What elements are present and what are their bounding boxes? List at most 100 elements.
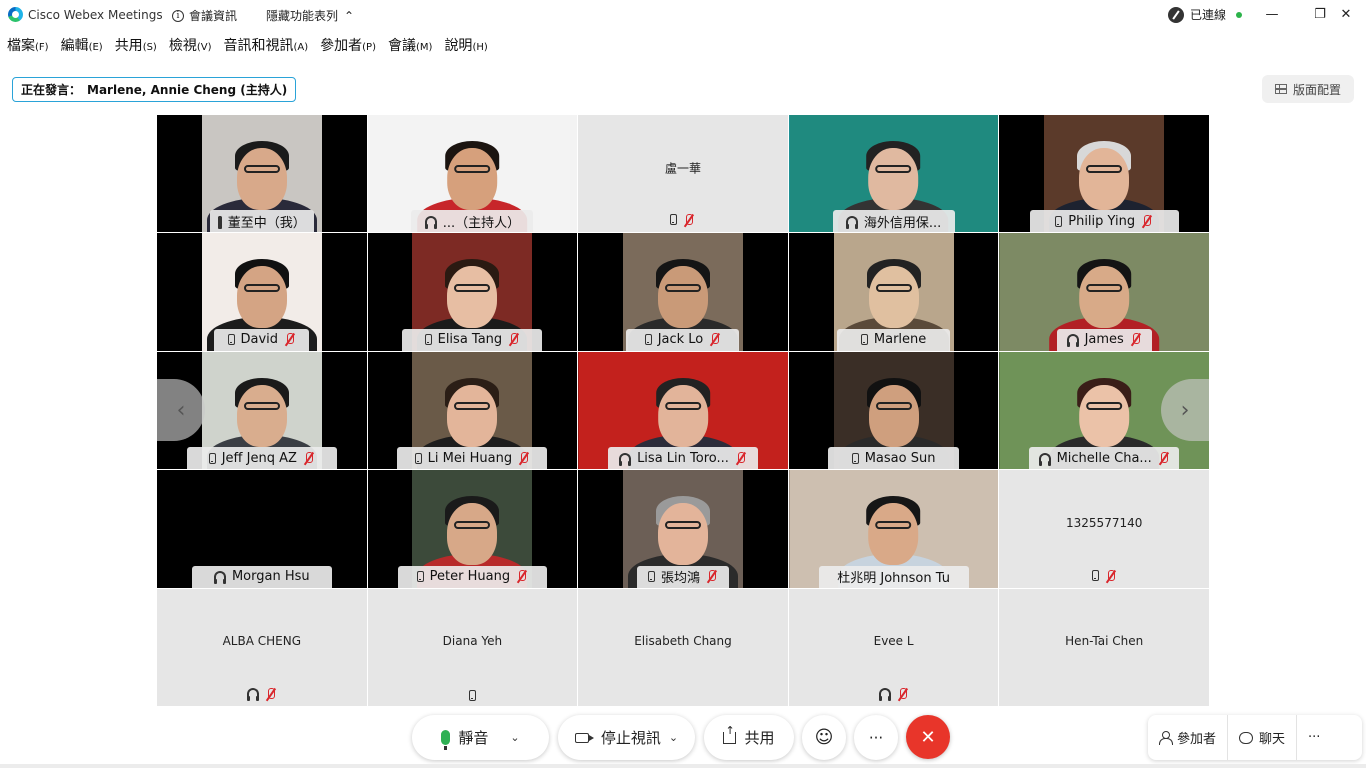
participant-tile[interactable]: Morgan Hsu <box>157 470 367 588</box>
participant-tile[interactable]: Lisa Lin Toro... <box>578 351 788 470</box>
connected-dot-icon <box>1236 11 1243 18</box>
participant-name: Evee L <box>873 634 914 649</box>
participant-tile[interactable]: David <box>157 233 367 351</box>
speaking-prefix: 正在發言： <box>21 83 82 97</box>
participant-tile[interactable]: 張均鴻 <box>578 470 788 588</box>
grid-layout-icon <box>1274 84 1287 94</box>
chat-button[interactable]: 聊天 <box>1227 715 1296 760</box>
participant-tile[interactable]: 董至中（我） <box>157 115 367 233</box>
participant-name-bar: David <box>214 328 310 351</box>
headset-icon <box>845 215 858 229</box>
participant-tile[interactable]: 海外信用保... <box>788 115 999 233</box>
hide-menu-button[interactable]: 隱藏功能表列 ⌃ <box>266 7 354 24</box>
muted-mic-icon <box>1141 214 1153 228</box>
minimize-button[interactable]: — <box>1252 0 1292 28</box>
participant-tile[interactable]: ALBA CHENG <box>157 588 367 706</box>
video-figure-glasses <box>664 283 701 292</box>
menu-item-label: 檔案 <box>7 38 35 54</box>
reactions-button[interactable]: ☺ <box>802 715 846 760</box>
chevron-up-icon: ⌃ <box>344 8 355 23</box>
phone-icon <box>670 214 678 226</box>
participant-tile[interactable]: 1325577140 <box>999 470 1209 588</box>
menu-item-7[interactable]: 說明(H) <box>444 35 487 55</box>
participant-tile[interactable]: Diana Yeh <box>367 588 578 706</box>
participant-tile[interactable]: Li Mei Huang <box>367 351 578 470</box>
panel-more-button[interactable]: ··· <box>1296 715 1331 760</box>
menu-item-1[interactable]: 編輯(E) <box>61 35 103 55</box>
participant-tile[interactable]: Elisa Tang <box>367 233 578 351</box>
video-figure-face <box>657 266 708 329</box>
video-figure-glasses <box>454 520 491 529</box>
participant-name-bar: Morgan Hsu <box>191 565 332 588</box>
headset-icon <box>213 571 226 585</box>
mute-button[interactable]: 靜音 ⌄ <box>412 715 549 760</box>
video-figure-face <box>447 266 498 329</box>
participant-tile[interactable]: Masao Sun <box>788 351 999 470</box>
chevron-down-icon[interactable]: ⌄ <box>669 731 678 744</box>
participant-name: Peter Huang <box>429 569 511 585</box>
video-figure-glasses <box>454 402 491 411</box>
phone-icon <box>468 690 476 701</box>
participant-tile[interactable]: ...（主持人） <box>367 115 578 233</box>
participant-name-bar: 董至中（我） <box>209 210 314 233</box>
connection-label: 已連線 <box>1190 8 1227 22</box>
muted-mic-icon <box>265 688 277 701</box>
participant-name-bar: Jeff Jenq AZ <box>186 447 337 470</box>
participants-button[interactable]: 參加者 <box>1148 715 1227 760</box>
participant-name-bar: Peter Huang <box>397 565 547 588</box>
share-button[interactable]: 共用 <box>704 715 794 760</box>
participant-name: 杜兆明 Johnson Tu <box>837 571 950 587</box>
video-figure-glasses <box>454 283 491 292</box>
video-figure-face <box>868 503 919 566</box>
participant-status-icons <box>999 569 1209 583</box>
chevron-down-icon[interactable]: ⌄ <box>510 731 519 744</box>
participant-tile[interactable]: 盧一華 <box>578 115 788 233</box>
menu-item-0[interactable]: 檔案(F) <box>7 35 49 55</box>
muted-mic-icon <box>706 570 718 583</box>
participant-tile[interactable]: Evee L <box>788 588 999 706</box>
participant-name: Elisabeth Chang <box>634 634 732 649</box>
participant-tile[interactable]: Jack Lo <box>578 233 788 351</box>
participant-tile[interactable]: Elisabeth Chang <box>578 588 788 706</box>
video-figure-glasses <box>875 283 912 292</box>
video-figure-face <box>447 147 498 210</box>
participant-status-icons <box>157 688 367 701</box>
video-figure-face <box>236 266 287 329</box>
meeting-info-button[interactable]: i 會議資訊 <box>172 7 237 24</box>
title-bar: Cisco Webex Meetings i 會議資訊 隱藏功能表列 ⌃ 已連線… <box>0 0 1366 30</box>
menu-item-5[interactable]: 參加者(P) <box>320 35 376 55</box>
leave-meeting-button[interactable]: ✕ <box>906 715 950 759</box>
close-window-button[interactable]: ✕ <box>1326 0 1366 28</box>
participant-name: Lisa Lin Toro... <box>637 450 729 466</box>
participant-tile[interactable]: Marlene <box>788 233 999 351</box>
headset-icon <box>619 452 632 466</box>
participant-name-bar: ...（主持人） <box>411 210 534 233</box>
menu-item-4[interactable]: 音訊和視訊(A) <box>224 35 309 55</box>
participant-tile[interactable]: Philip Ying <box>999 115 1209 233</box>
participant-name: ...（主持人） <box>442 215 521 231</box>
participant-status-icons <box>368 690 578 701</box>
menu-item-3[interactable]: 檢視(V) <box>169 35 212 55</box>
menu-item-shortcut: (M) <box>416 42 433 53</box>
participant-name-bar: Elisa Tang <box>402 328 543 351</box>
connection-status[interactable]: 已連線 <box>1168 6 1243 23</box>
participant-tile[interactable]: Hen-Tai Chen <box>999 588 1209 706</box>
participant-name: Marlene <box>873 332 927 348</box>
participant-name: 1325577140 <box>1066 516 1143 531</box>
participant-tile[interactable]: 杜兆明 Johnson Tu <box>788 470 999 588</box>
video-figure-glasses <box>1086 402 1123 411</box>
participant-name-bar: Lisa Lin Toro... <box>607 447 758 470</box>
participant-tile[interactable]: James <box>999 233 1209 351</box>
participant-name: ALBA CHENG <box>222 634 301 649</box>
menu-item-6[interactable]: 會議(M) <box>388 35 432 55</box>
layout-button[interactable]: 版面配置 <box>1262 75 1354 103</box>
video-figure-face <box>447 503 498 566</box>
stop-video-button[interactable]: 停止視訊 ⌄ <box>558 715 695 760</box>
more-options-button[interactable]: ··· <box>854 715 898 760</box>
participant-tile[interactable]: Peter Huang <box>367 470 578 588</box>
menu-item-2[interactable]: 共用(S) <box>115 35 157 55</box>
participant-name: Elisa Tang <box>437 332 503 348</box>
menu-item-label: 編輯 <box>60 38 89 54</box>
phone-icon <box>424 334 432 346</box>
muted-mic-icon <box>508 333 520 346</box>
